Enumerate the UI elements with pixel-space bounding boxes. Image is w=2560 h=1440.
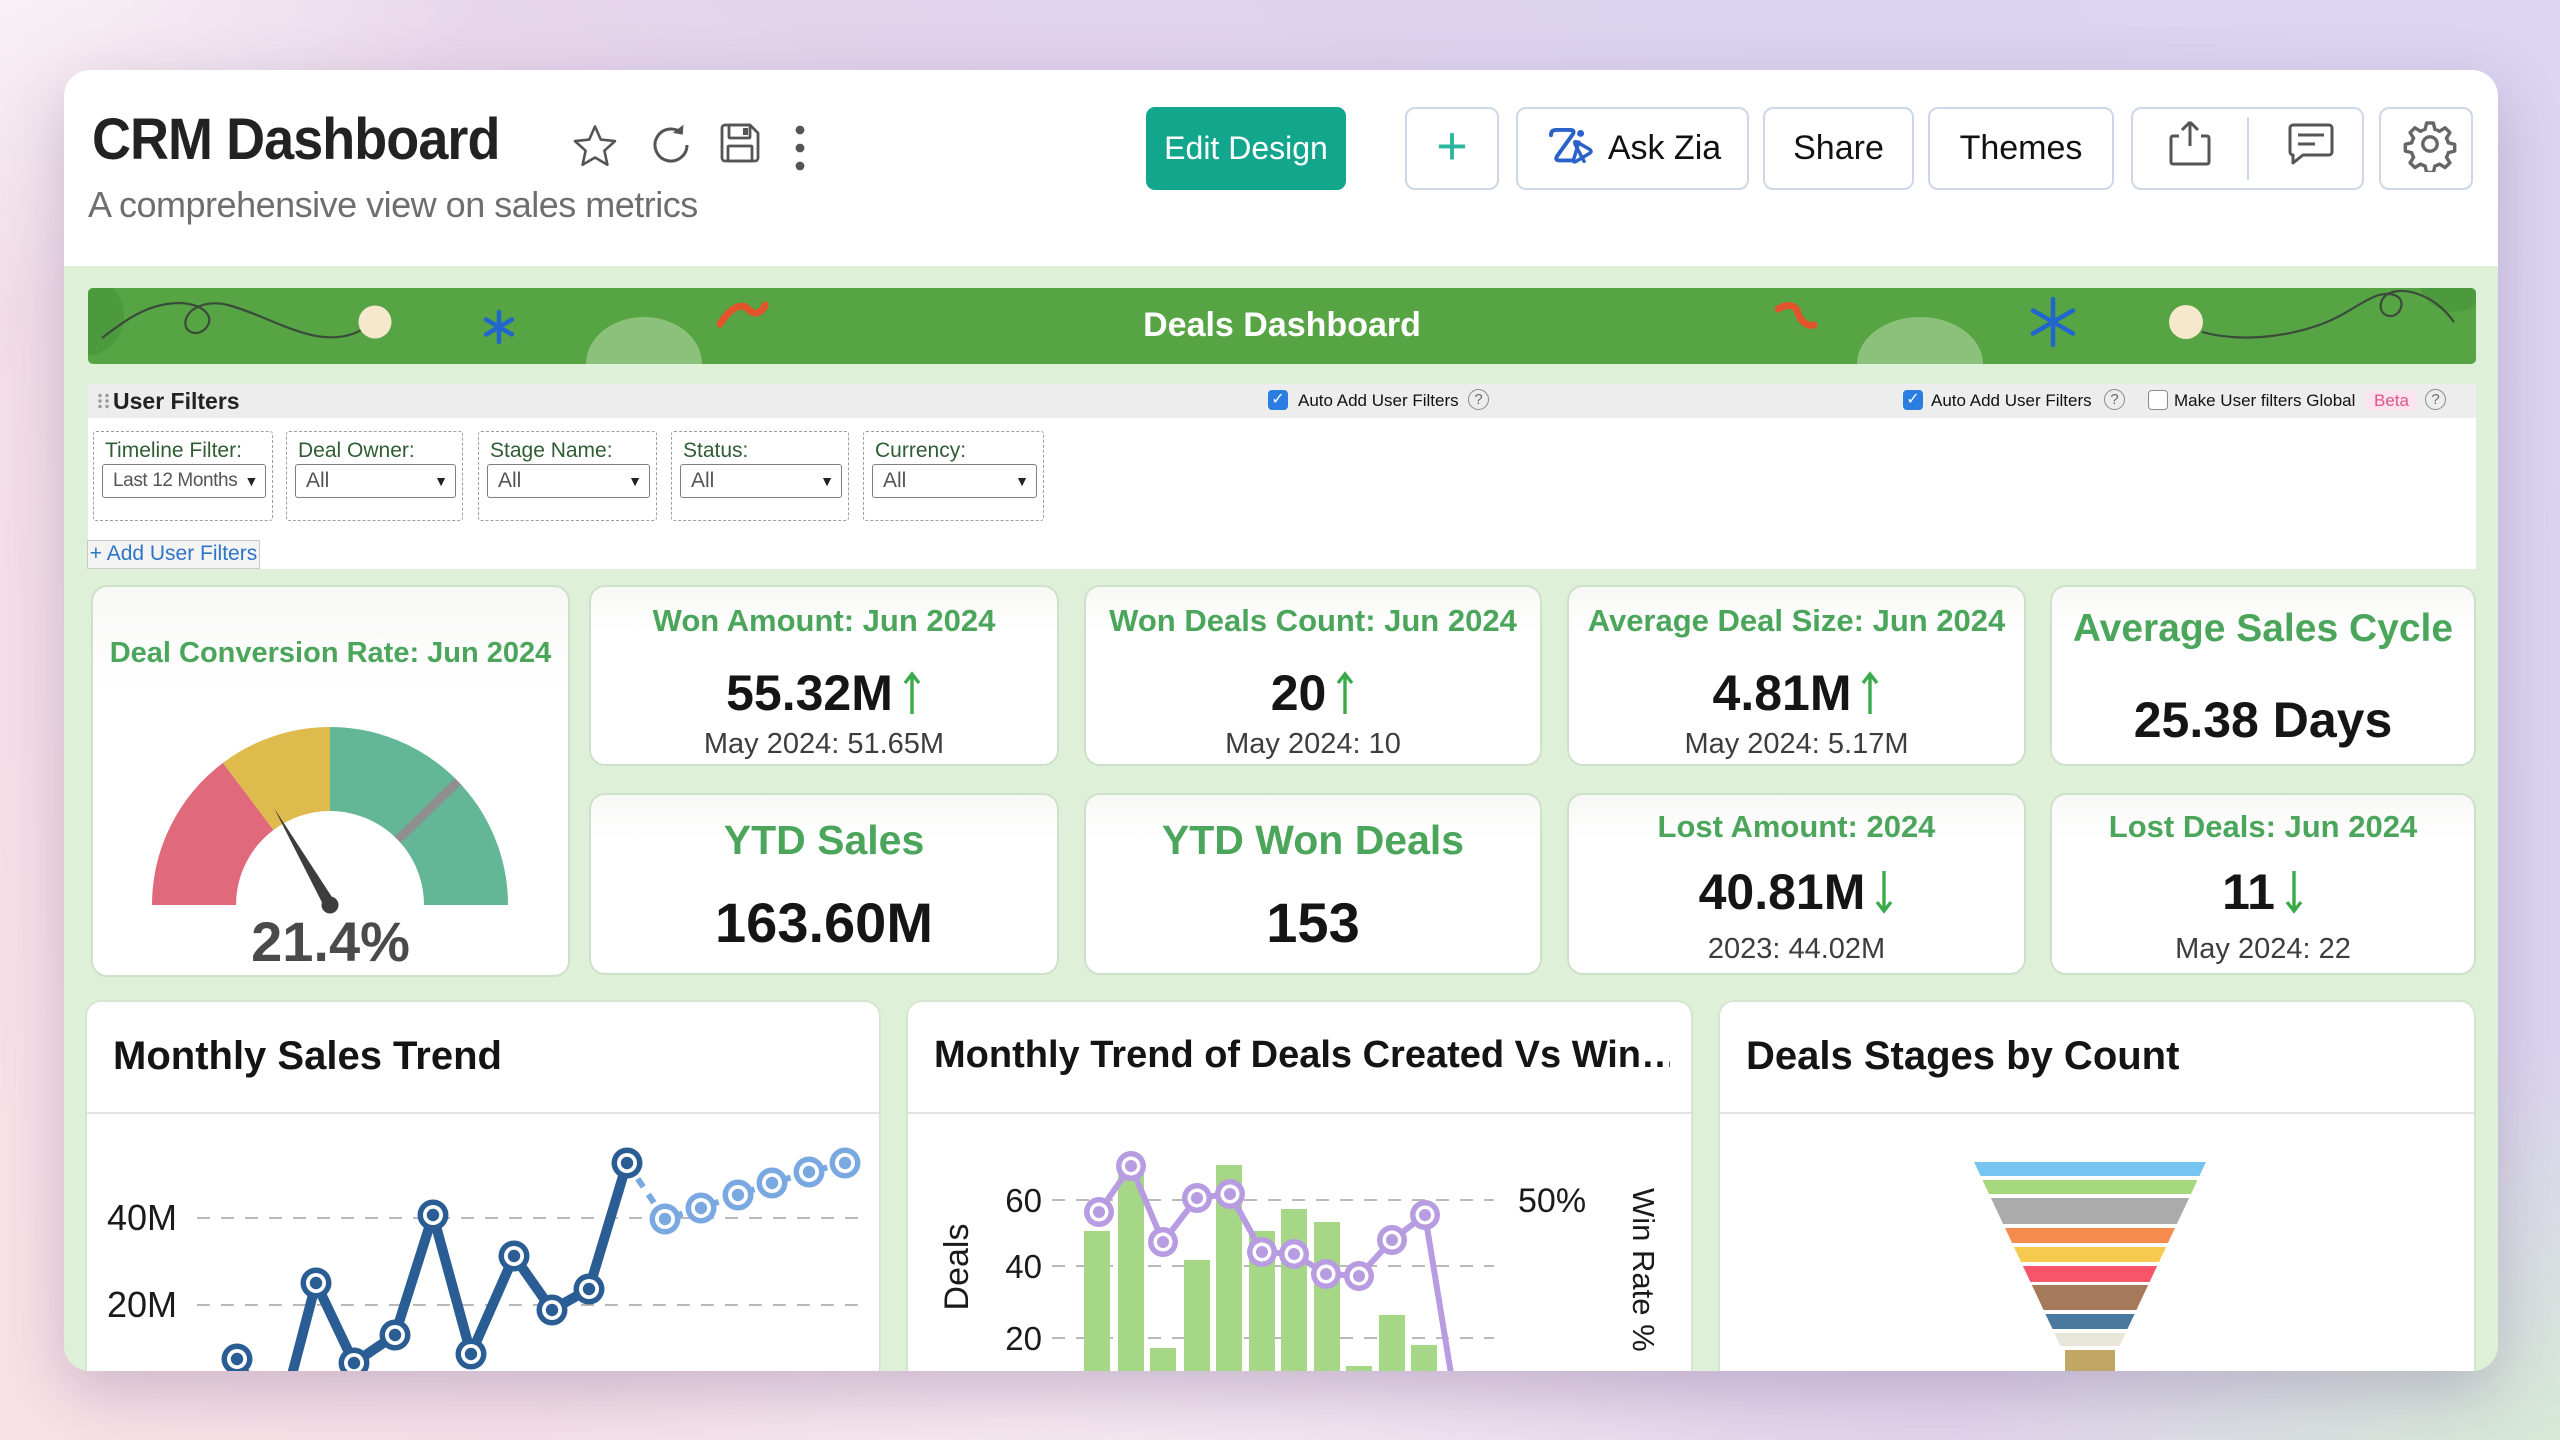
svg-text:Deals: Deals	[938, 1224, 976, 1311]
svg-text:40M: 40M	[107, 1197, 177, 1238]
svg-text:60: 60	[1005, 1182, 1042, 1219]
svg-text:Win Rate %: Win Rate %	[1626, 1188, 1661, 1352]
svg-text:20: 20	[1005, 1320, 1042, 1357]
svg-text:40: 40	[1005, 1248, 1042, 1285]
svg-text:50%: 50%	[1518, 1182, 1586, 1220]
svg-text:20M: 20M	[107, 1284, 177, 1325]
